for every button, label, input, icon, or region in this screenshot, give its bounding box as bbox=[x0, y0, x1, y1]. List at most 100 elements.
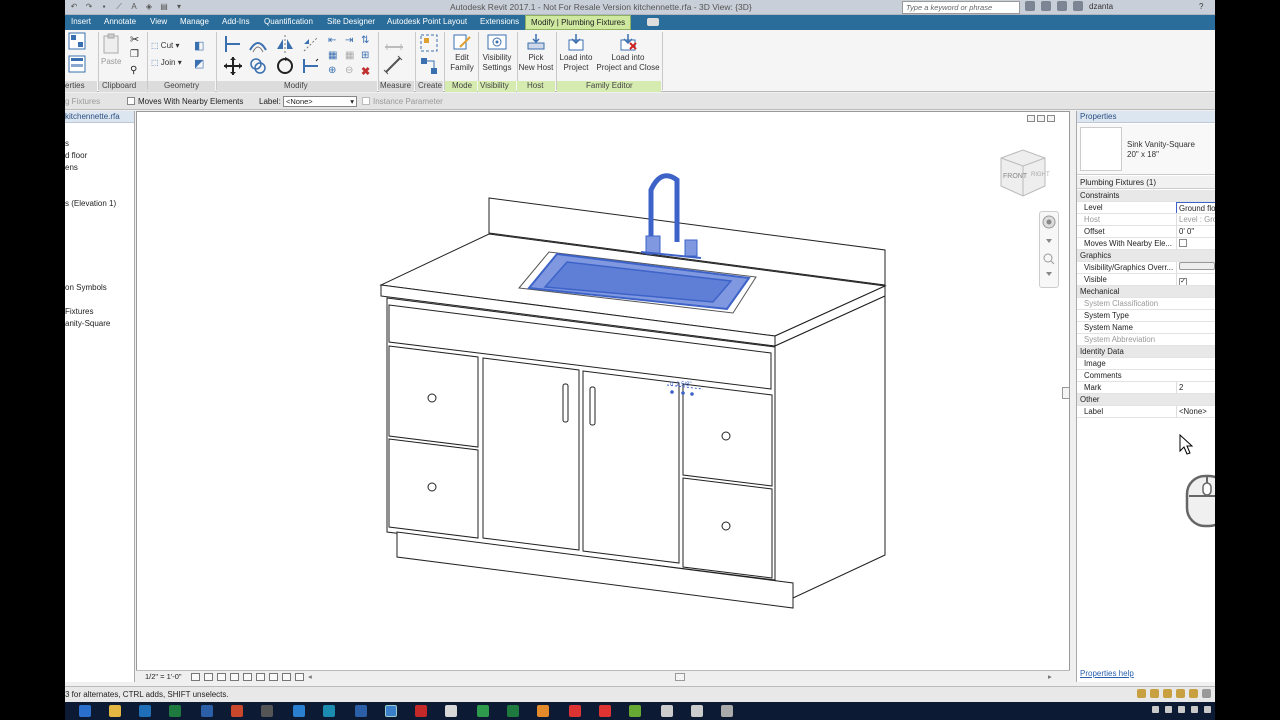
group-other[interactable]: Other bbox=[1077, 394, 1215, 406]
scale-icon[interactable]: ▦ bbox=[345, 50, 358, 63]
customize-icon[interactable]: ▾ bbox=[174, 2, 184, 12]
select-underlay-icon[interactable] bbox=[1150, 689, 1159, 698]
tray-icon[interactable] bbox=[1204, 706, 1211, 713]
browser-item[interactable]: ens bbox=[65, 163, 78, 172]
minimize-view-icon[interactable] bbox=[1027, 115, 1035, 122]
vertical-scrollbar-thumb[interactable] bbox=[1062, 387, 1070, 399]
app-icon[interactable] bbox=[477, 705, 489, 717]
instance-parameter-checkbox[interactable]: Instance Parameter bbox=[362, 97, 443, 106]
reveal-hidden-icon[interactable] bbox=[295, 673, 304, 681]
navigation-bar[interactable] bbox=[1039, 211, 1059, 288]
scroll-right-icon[interactable]: ▸ bbox=[1048, 672, 1052, 681]
properties-icon[interactable] bbox=[68, 55, 86, 73]
split-gap-icon[interactable]: ⇥ bbox=[345, 35, 358, 48]
tab-insert[interactable]: Insert bbox=[71, 17, 91, 26]
app-icon[interactable] bbox=[537, 705, 549, 717]
aligned-dimension-icon[interactable] bbox=[383, 55, 405, 75]
mirror-axis-icon[interactable] bbox=[275, 34, 295, 54]
prop-row-vg-overrides[interactable]: Visibility/Graphics Overr... bbox=[1077, 262, 1215, 274]
visible-checkbox[interactable]: ✓ bbox=[1179, 278, 1187, 285]
split-face-icon[interactable]: ◩ bbox=[194, 57, 207, 70]
help-icon[interactable]: ? bbox=[1199, 2, 1203, 11]
scroll-left-icon[interactable]: ◂ bbox=[308, 672, 312, 681]
tray-icon[interactable] bbox=[1152, 706, 1159, 713]
tray-icon[interactable] bbox=[1165, 706, 1172, 713]
tab-quantification[interactable]: Quantification bbox=[264, 17, 313, 26]
visibility-settings-button[interactable]: Visibility Settings bbox=[479, 33, 515, 73]
prop-row-visible[interactable]: Visible ✓ bbox=[1077, 274, 1215, 286]
sun-path-icon[interactable] bbox=[217, 673, 226, 681]
cut-scissors-icon[interactable]: ✂ bbox=[130, 33, 143, 46]
load-into-project-button[interactable]: Load into Project bbox=[558, 33, 594, 73]
select-links-icon[interactable] bbox=[1137, 689, 1146, 698]
temp-hide-icon[interactable] bbox=[282, 673, 291, 681]
horizontal-scrollbar-thumb[interactable] bbox=[675, 673, 685, 681]
align-icon[interactable] bbox=[223, 34, 243, 54]
3d-viewport[interactable]: 0' 2 5/8" FRONT RIGHT bbox=[136, 111, 1070, 682]
switch-windows-icon[interactable]: ▤ bbox=[159, 2, 169, 12]
move-icon[interactable] bbox=[223, 56, 243, 76]
app-icon[interactable] bbox=[445, 705, 457, 717]
split-face-blue-icon[interactable]: ⇅ bbox=[361, 35, 374, 48]
group-mechanical[interactable]: Mechanical bbox=[1077, 286, 1215, 298]
type-properties-icon[interactable] bbox=[68, 32, 86, 50]
edit-button[interactable] bbox=[1176, 262, 1215, 273]
browser-item[interactable]: s bbox=[65, 139, 69, 148]
app-icon[interactable] bbox=[569, 705, 581, 717]
tab-manage[interactable]: Manage bbox=[180, 17, 209, 26]
prop-row-mark[interactable]: Mark 2 bbox=[1077, 382, 1215, 394]
copy-icon[interactable]: ❐ bbox=[130, 49, 143, 62]
select-pinned-icon[interactable] bbox=[1163, 689, 1172, 698]
outlook-icon[interactable] bbox=[139, 705, 151, 717]
prop-row-moves-with[interactable]: Moves With Nearby Ele... bbox=[1077, 238, 1215, 250]
moves-with-checkbox-box[interactable] bbox=[127, 97, 135, 105]
panel-toggle-icon[interactable] bbox=[647, 18, 659, 26]
redo-icon[interactable]: ↷ bbox=[84, 2, 94, 12]
load-into-project-and-close-button[interactable]: Load into Project and Close bbox=[596, 33, 660, 73]
ie-icon[interactable] bbox=[79, 705, 91, 717]
type-selector[interactable]: Sink Vanity-Square 20" x 18" bbox=[1077, 124, 1215, 175]
lock-view-icon[interactable] bbox=[269, 673, 278, 681]
drag-elements-icon[interactable] bbox=[1189, 689, 1198, 698]
prop-value[interactable]: 2 bbox=[1176, 382, 1215, 393]
cut-button[interactable]: ⬚ Cut ▾ bbox=[151, 41, 180, 51]
paste-button[interactable]: Paste bbox=[101, 33, 121, 67]
tab-modify-plumbing-fixtures[interactable]: Modify | Plumbing Fixtures bbox=[525, 15, 632, 30]
revit-icon[interactable] bbox=[385, 705, 397, 717]
filter-icon[interactable] bbox=[1202, 689, 1211, 698]
app-icon[interactable] bbox=[629, 705, 641, 717]
tray-icon[interactable] bbox=[1191, 706, 1198, 713]
word-icon[interactable] bbox=[201, 705, 213, 717]
acrobat-icon[interactable] bbox=[415, 705, 427, 717]
prop-row-system-name[interactable]: System Name bbox=[1077, 322, 1215, 334]
app-icon[interactable] bbox=[599, 705, 611, 717]
pin-icon[interactable]: ⊕ bbox=[328, 65, 341, 78]
mirror-draw-icon[interactable] bbox=[301, 34, 321, 54]
close-view-icon[interactable] bbox=[1047, 115, 1055, 122]
copy-element-icon[interactable] bbox=[248, 56, 268, 76]
app-icon[interactable] bbox=[721, 705, 733, 717]
moves-with-nearby-checkbox[interactable]: Moves With Nearby Elements bbox=[127, 97, 243, 106]
file-explorer-icon[interactable] bbox=[109, 705, 121, 717]
restore-view-icon[interactable] bbox=[1037, 115, 1045, 122]
app-icon[interactable] bbox=[507, 705, 519, 717]
visual-style-icon[interactable] bbox=[204, 673, 213, 681]
powerpoint-icon[interactable] bbox=[231, 705, 243, 717]
properties-help-link[interactable]: Properties help bbox=[1080, 669, 1134, 678]
excel-icon[interactable] bbox=[169, 705, 181, 717]
label-select[interactable]: <None> ▾ bbox=[283, 96, 357, 107]
split-element-icon[interactable]: ⇤ bbox=[328, 35, 341, 48]
group-constraints[interactable]: Constraints bbox=[1077, 190, 1215, 202]
3d-view-icon[interactable]: ◈ bbox=[144, 2, 154, 12]
app-icon[interactable] bbox=[661, 705, 673, 717]
browser-item[interactable]: on Symbols bbox=[65, 283, 107, 292]
tab-add-ins[interactable]: Add-Ins bbox=[222, 17, 250, 26]
group-identity-data[interactable]: Identity Data bbox=[1077, 346, 1215, 358]
app-icon[interactable] bbox=[355, 705, 367, 717]
app-icon[interactable] bbox=[691, 705, 703, 717]
unpin-icon[interactable]: ⊖ bbox=[345, 65, 358, 78]
star-icon[interactable] bbox=[1057, 1, 1067, 11]
instance-param-box[interactable] bbox=[362, 97, 370, 105]
browser-item[interactable]: s (Elevation 1) bbox=[65, 199, 116, 208]
browser-item[interactable]: Fixtures bbox=[65, 307, 93, 316]
